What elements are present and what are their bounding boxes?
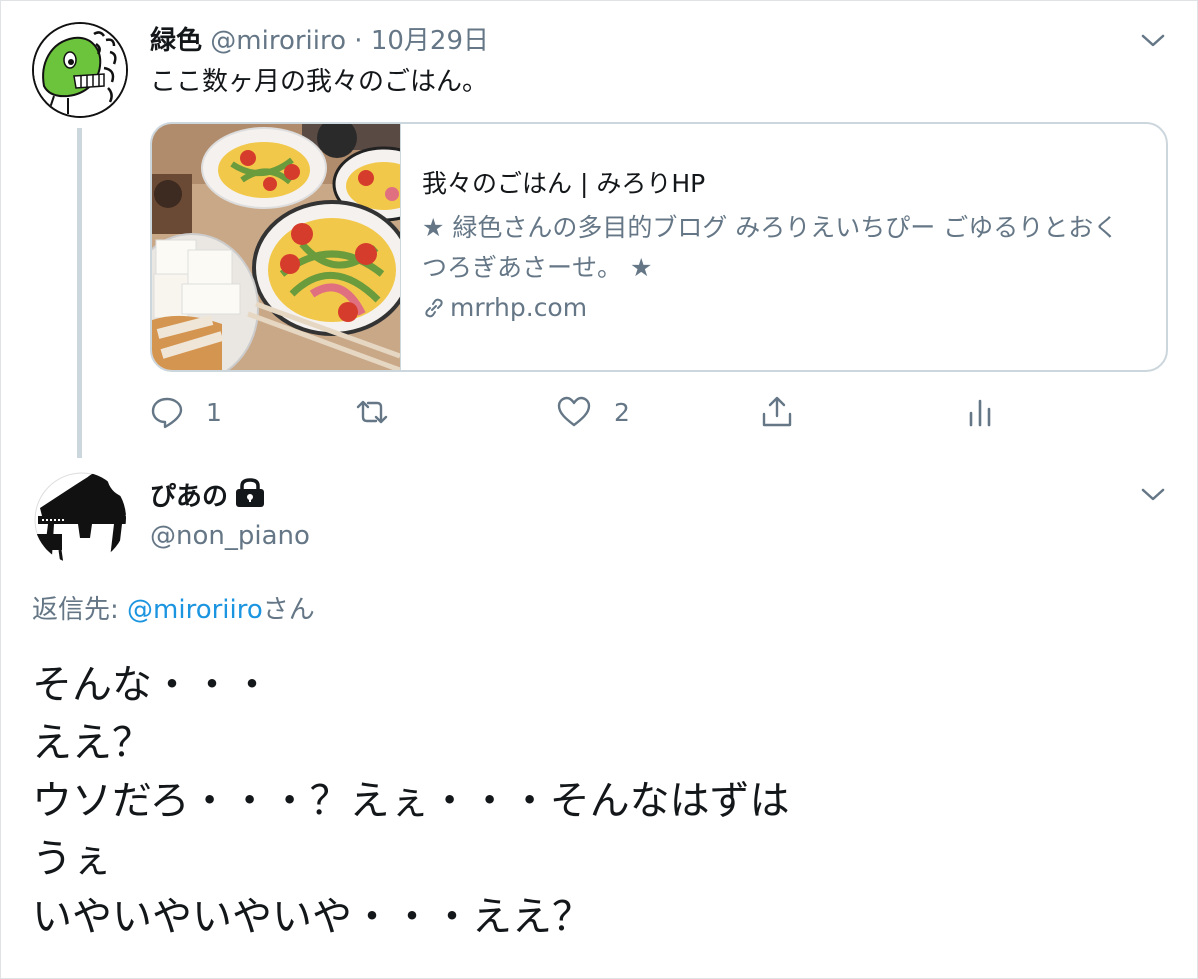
tweet-date[interactable]: 10月29日 (371, 26, 489, 56)
reply-count: 1 (206, 397, 222, 427)
reply-author: ぴあの (150, 478, 266, 515)
lock-icon (236, 478, 265, 507)
heart-icon (557, 396, 591, 427)
header-separator: · (354, 26, 363, 56)
link-card[interactable]: 我々のごはん | みろりHP ★ 緑色さんの多目的ブログ みろりえいちぴー ごゆ… (150, 122, 1168, 372)
replying-to-prefix: 返信先: (32, 595, 128, 625)
like-count: 2 (614, 397, 630, 427)
avatar-non-piano[interactable] (32, 470, 128, 566)
replying-to-line: 返信先: @miroriiroさん (32, 592, 315, 628)
reply-text-line: うぇ (32, 836, 112, 882)
reply-author-handle[interactable]: @non_piano (150, 518, 310, 554)
replying-to-suffix: さん (262, 595, 315, 625)
share-icon (762, 396, 792, 427)
card-description: ★ 緑色さんの多目的ブログ みろりえいちぴー ごゆるりとおくつろぎあさーせ。 ★ (422, 213, 1119, 282)
thread-connector-line (77, 128, 82, 458)
retweet-button[interactable] (354, 392, 412, 432)
author-handle[interactable]: @miroriiro (210, 26, 346, 56)
reply-icon (151, 397, 183, 429)
reply-button[interactable]: 1 (150, 392, 222, 432)
like-button[interactable]: 2 (556, 392, 630, 432)
retweet-icon (356, 400, 388, 424)
reply-text-line: ええ？ (32, 720, 152, 766)
replying-to-mention[interactable]: @miroriiro (127, 595, 263, 625)
share-button[interactable] (760, 392, 816, 432)
avatar-miroriiro[interactable] (32, 22, 128, 118)
chevron-down-icon[interactable] (1138, 30, 1168, 50)
analytics-button[interactable] (966, 392, 1016, 432)
tweet-header: 緑色 @miroriiro · 10月29日 (150, 24, 489, 58)
green-character-avatar-image (34, 24, 126, 116)
card-domain: mrrhp.com (422, 290, 587, 326)
analytics-icon (969, 399, 991, 427)
reply-text: そんな・・・ ええ？ ウソだろ・・・？えぇ・・・そんなはずは うぇ いやいやいや… (32, 656, 790, 946)
tweet-text: ここ数ヶ月の我々のごはん。 (150, 67, 489, 97)
author-name[interactable]: 緑色 (150, 26, 202, 56)
card-domain-text: mrrhp.com (450, 293, 588, 322)
link-icon (425, 298, 443, 318)
card-title: 我々のごはん | みろりHP (422, 169, 706, 198)
chevron-down-icon[interactable] (1138, 484, 1168, 504)
reply-text-line: いやいやいやいや・・・ええ？ (32, 894, 592, 940)
reply-text-line: ウソだろ・・・？えぇ・・・そんなはずは (32, 778, 790, 824)
reply-text-line: そんな・・・ (32, 662, 272, 708)
food-photo-thumbnail (152, 124, 401, 370)
reply-author-name[interactable]: ぴあの (150, 482, 228, 512)
grand-piano-avatar-image (34, 472, 126, 564)
